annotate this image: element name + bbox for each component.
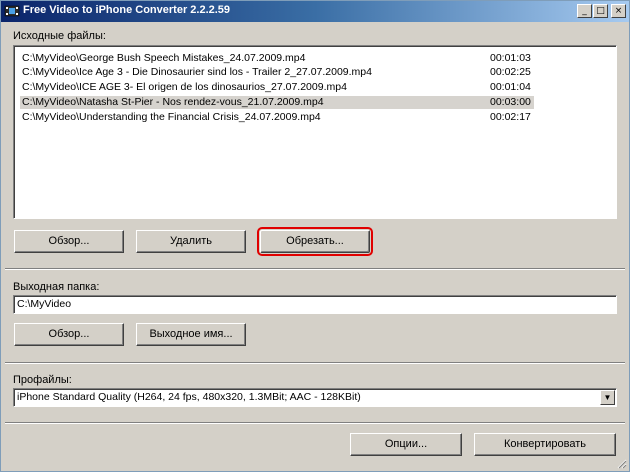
file-row[interactable]: C:\MyVideo\ICE AGE 3- El origen de los d… xyxy=(20,81,534,94)
file-path: C:\MyVideo\Natasha St-Pier - Nos rendez-… xyxy=(22,96,324,108)
file-path: C:\MyVideo\Ice Age 3 - Die Dinosaurier s… xyxy=(22,66,372,78)
profile-select[interactable]: iPhone Standard Quality (H264, 24 fps, 4… xyxy=(13,388,617,407)
file-path: C:\MyVideo\ICE AGE 3- El origen de los d… xyxy=(22,81,347,93)
app-film-icon xyxy=(4,5,20,17)
separator xyxy=(5,268,625,270)
separator xyxy=(5,422,625,424)
minimize-button[interactable]: _ xyxy=(577,4,592,18)
file-path: C:\MyVideo\Understanding the Financial C… xyxy=(22,111,321,123)
file-duration: 00:03:00 xyxy=(490,96,531,108)
browse-output-button[interactable]: Обзор... xyxy=(14,323,124,346)
output-folder-label: Выходная папка: xyxy=(13,281,100,293)
file-row[interactable]: C:\MyVideo\Understanding the Financial C… xyxy=(20,111,534,124)
close-button[interactable]: × xyxy=(611,4,626,18)
separator xyxy=(5,362,625,364)
file-duration: 00:02:17 xyxy=(490,111,531,123)
resize-grip-icon[interactable] xyxy=(615,457,627,469)
output-folder-input[interactable]: C:\MyVideo xyxy=(13,295,617,314)
profile-selected-value: iPhone Standard Quality (H264, 24 fps, 4… xyxy=(17,391,361,403)
output-name-button[interactable]: Выходное имя... xyxy=(136,323,246,346)
source-files-list[interactable]: C:\MyVideo\George Bush Speech Mistakes_2… xyxy=(13,45,617,219)
file-row-selected[interactable]: C:\MyVideo\Natasha St-Pier - Nos rendez-… xyxy=(20,96,534,109)
options-button[interactable]: Опции... xyxy=(350,433,462,456)
source-files-label: Исходные файлы: xyxy=(13,30,106,42)
title-bar[interactable]: Free Video to iPhone Converter 2.2.2.59 … xyxy=(1,1,629,22)
convert-button[interactable]: Конвертировать xyxy=(474,433,616,456)
file-duration: 00:02:25 xyxy=(490,66,531,78)
file-row[interactable]: C:\MyVideo\George Bush Speech Mistakes_2… xyxy=(20,52,534,65)
window-title: Free Video to iPhone Converter 2.2.2.59 xyxy=(23,4,231,16)
maximize-button[interactable]: □ xyxy=(593,4,608,18)
app-window: Free Video to iPhone Converter 2.2.2.59 … xyxy=(0,0,630,472)
file-duration: 00:01:03 xyxy=(490,52,531,64)
file-duration: 00:01:04 xyxy=(490,81,531,93)
chevron-down-icon[interactable]: ▼ xyxy=(600,390,615,405)
remove-file-button[interactable]: Удалить xyxy=(136,230,246,253)
trim-button[interactable]: Обрезать... xyxy=(257,227,373,256)
file-row[interactable]: C:\MyVideo\Ice Age 3 - Die Dinosaurier s… xyxy=(20,66,534,79)
browse-files-button[interactable]: Обзор... xyxy=(14,230,124,253)
file-path: C:\MyVideo\George Bush Speech Mistakes_2… xyxy=(22,52,306,64)
profiles-label: Профайлы: xyxy=(13,374,72,386)
